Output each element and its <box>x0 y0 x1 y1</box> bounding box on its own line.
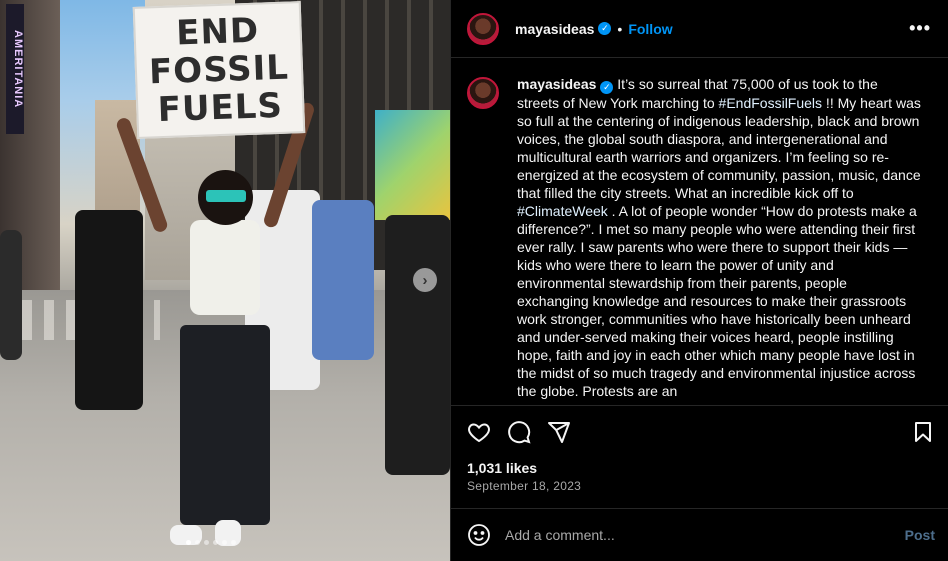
person-left-black-shirt <box>75 210 143 410</box>
post-button[interactable]: Post <box>905 527 935 543</box>
actions-bar <box>451 405 948 457</box>
comment-input[interactable] <box>505 527 885 543</box>
post-panel: mayasideas ✓ • Follow ••• mayasideas ✓ It… <box>450 0 948 561</box>
header-username[interactable]: mayasideas <box>515 21 594 37</box>
carousel-dot <box>213 540 218 545</box>
carousel-dot <box>231 540 236 545</box>
carousel-dot <box>204 540 209 545</box>
person-left-edge <box>0 230 22 360</box>
post-header: mayasideas ✓ • Follow ••• <box>451 0 948 58</box>
heart-icon[interactable] <box>467 420 491 444</box>
more-options-icon[interactable]: ••• <box>909 18 931 39</box>
chevron-right-icon: › <box>422 271 428 289</box>
protester-shirt <box>190 220 260 315</box>
person-right-dark <box>385 215 450 475</box>
protester-headband <box>206 190 246 202</box>
post-date[interactable]: September 18, 2023 <box>467 479 581 493</box>
verified-badge-icon: ✓ <box>600 81 614 94</box>
avatar[interactable] <box>467 12 499 45</box>
header-separator: • <box>617 20 623 37</box>
caption-area: mayasideas ✓ It’s so surreal that 75,000 … <box>451 59 948 405</box>
person-blue-tank <box>312 200 374 360</box>
carousel-dots <box>186 540 236 545</box>
carousel-dot <box>186 540 191 545</box>
building-sign: AMERITANIA <box>6 4 24 134</box>
hashtag-link[interactable]: #ClimateWeek <box>517 203 608 219</box>
caption-body: It’s so surreal that 75,000 of us took t… <box>517 76 921 399</box>
protest-sign: END FOSSIL FUELS <box>132 1 306 139</box>
caption-avatar[interactable] <box>467 77 499 109</box>
caption-username[interactable]: mayasideas <box>517 76 596 92</box>
likes-count[interactable]: 1,031 likes <box>467 460 537 476</box>
follow-button[interactable]: Follow <box>628 21 672 37</box>
comment-icon[interactable] <box>507 420 531 444</box>
carousel-dot <box>195 540 200 545</box>
bookmark-icon[interactable] <box>911 420 935 444</box>
carousel-dot <box>222 540 227 545</box>
emoji-icon[interactable] <box>467 523 491 547</box>
banner <box>375 110 450 220</box>
sign-line: FUELS <box>157 85 284 131</box>
protester-jeans <box>180 325 270 525</box>
caption-text: mayasideas ✓ It’s so surreal that 75,000 … <box>517 75 921 405</box>
hashtag-link[interactable]: #EndFossilFuels <box>719 95 823 111</box>
verified-badge-icon: ✓ <box>598 22 612 35</box>
comment-bar: Post <box>451 508 948 561</box>
post-photo[interactable]: AMERITANIA END FOSSIL FUELS › <box>0 0 450 561</box>
share-icon[interactable] <box>547 420 571 444</box>
caption-segment: . A lot of people wonder “How do protest… <box>517 203 917 399</box>
carousel-next-button[interactable]: › <box>413 268 437 292</box>
